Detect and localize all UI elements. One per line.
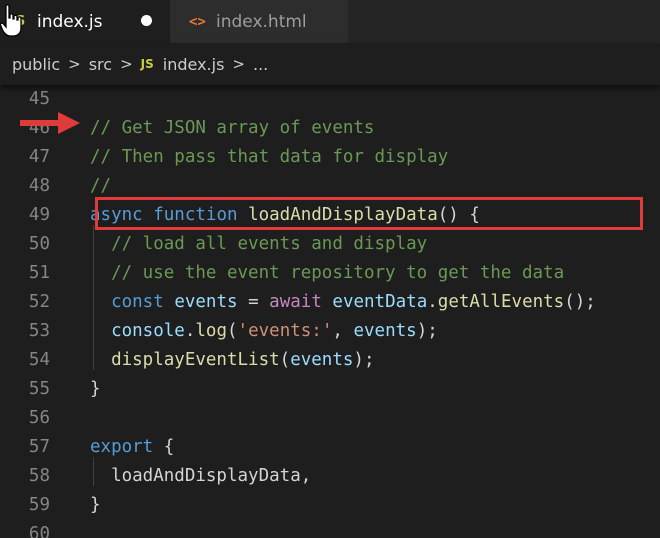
unsaved-changes-dot-icon[interactable] <box>141 15 152 26</box>
line-number: 60 <box>28 524 50 538</box>
breadcrumb: public > src > JS index.js > ... <box>0 43 660 85</box>
code-text: loadAndDisplayData, <box>90 462 311 491</box>
red-arrow-icon <box>20 112 80 134</box>
code-function: displayEventList <box>111 350 280 370</box>
breadcrumb-separator: > <box>232 55 245 73</box>
code-line[interactable]: 58 loadAndDisplayData, <box>0 462 660 491</box>
code-text: displayEventList(events); <box>90 346 375 375</box>
code-text: // Get JSON array of events <box>90 114 374 143</box>
tab-bar: JS index.js <> index.html <box>0 0 660 43</box>
line-number: 57 <box>28 437 50 457</box>
code-line[interactable]: 53 console.log('events:', events); <box>0 317 660 346</box>
line-number: 55 <box>28 379 50 399</box>
line-number: 53 <box>28 321 50 341</box>
code-text: // use the event repository to get the d… <box>90 259 564 288</box>
code-keyword: await <box>269 292 322 312</box>
line-number: 58 <box>28 466 50 486</box>
code-text: // Then pass that data for display <box>90 143 448 172</box>
code-comment: // <box>90 176 112 196</box>
line-number: 47 <box>28 147 50 167</box>
code-line[interactable]: 52 const events = await eventData.getAll… <box>0 288 660 317</box>
code-token: { <box>163 437 175 457</box>
code-token: ); <box>416 321 438 341</box>
code-token: ); <box>353 350 375 370</box>
code-token: loadAndDisplayData, <box>111 466 312 486</box>
code-string: 'events:' <box>237 321 333 341</box>
line-number: 56 <box>28 408 50 428</box>
breadcrumb-separator: > <box>68 55 81 73</box>
code-line[interactable]: 55} <box>0 375 660 404</box>
code-line[interactable]: 60 <box>0 520 660 538</box>
code-comment: // use the event repository to get the d… <box>111 263 565 283</box>
tab-index-js[interactable]: JS index.js <box>0 0 170 43</box>
breadcrumb-item-public[interactable]: public <box>12 55 60 74</box>
code-comment: // load all events and display <box>111 234 428 254</box>
code-comment: // Get JSON array of events <box>90 118 375 138</box>
line-number: 52 <box>28 292 50 312</box>
code-token: } <box>90 495 101 515</box>
code-editor[interactable]: 45 46// Get JSON array of events 47 // Then… <box>0 85 660 538</box>
code-variable: events <box>290 350 354 370</box>
code-comment: // Then pass that data for display <box>90 147 449 167</box>
code-text: export { <box>90 433 174 462</box>
code-text: // load all events and display <box>90 230 427 259</box>
breadcrumb-item-file[interactable]: index.js <box>163 55 225 74</box>
tab-index-html[interactable]: <> index.html <box>170 0 348 43</box>
code-text: console.log('events:', events); <box>90 317 438 346</box>
line-number: 49 <box>28 205 50 225</box>
code-variable: console <box>111 321 185 341</box>
breadcrumb-item-src[interactable]: src <box>89 55 112 74</box>
code-variable: events <box>353 321 417 341</box>
code-token: . <box>184 321 196 341</box>
code-token: , <box>332 321 343 341</box>
hand-pointer-icon <box>0 4 22 37</box>
line-number: 51 <box>28 263 50 283</box>
tab-label: index.js <box>37 11 103 32</box>
html-file-icon: <> <box>189 13 206 30</box>
code-variable: eventData <box>332 292 428 312</box>
code-token: = <box>248 292 259 312</box>
breadcrumb-separator: > <box>120 55 133 73</box>
highlight-box <box>95 197 643 230</box>
javascript-file-icon: JS <box>140 57 154 71</box>
code-text: const events = await eventData.getAllEve… <box>90 288 596 317</box>
line-number: 48 <box>28 176 50 196</box>
code-keyword: export <box>90 437 154 457</box>
code-text: } <box>90 375 101 404</box>
code-keyword: const <box>111 292 164 312</box>
tab-label: index.html <box>216 11 307 32</box>
breadcrumb-item-symbols[interactable]: ... <box>253 55 268 74</box>
code-line[interactable]: 51 // use the event repository to get th… <box>0 259 660 288</box>
line-number: 50 <box>28 234 50 254</box>
code-token: ( <box>227 321 238 341</box>
code-token: . <box>427 292 438 312</box>
code-variable: events <box>174 292 238 312</box>
code-line[interactable]: 45 <box>0 85 660 114</box>
code-token: (); <box>564 292 596 312</box>
line-number: 54 <box>28 350 50 370</box>
code-function: getAllEvents <box>437 292 565 312</box>
code-line[interactable]: 54 displayEventList(events); <box>0 346 660 375</box>
code-line[interactable]: 47 // Then pass that data for display <box>0 143 660 172</box>
code-line[interactable]: 50 // load all events and display <box>0 230 660 259</box>
line-number: 59 <box>28 495 50 515</box>
code-text: } <box>90 491 101 520</box>
code-line[interactable]: 46// Get JSON array of events <box>0 114 660 143</box>
code-line[interactable]: 57 export { <box>0 433 660 462</box>
code-token: } <box>90 379 101 399</box>
code-function: log <box>195 321 227 341</box>
code-token: ( <box>279 350 291 370</box>
code-line[interactable]: 59} <box>0 491 660 520</box>
code-line[interactable]: 56 <box>0 404 660 433</box>
